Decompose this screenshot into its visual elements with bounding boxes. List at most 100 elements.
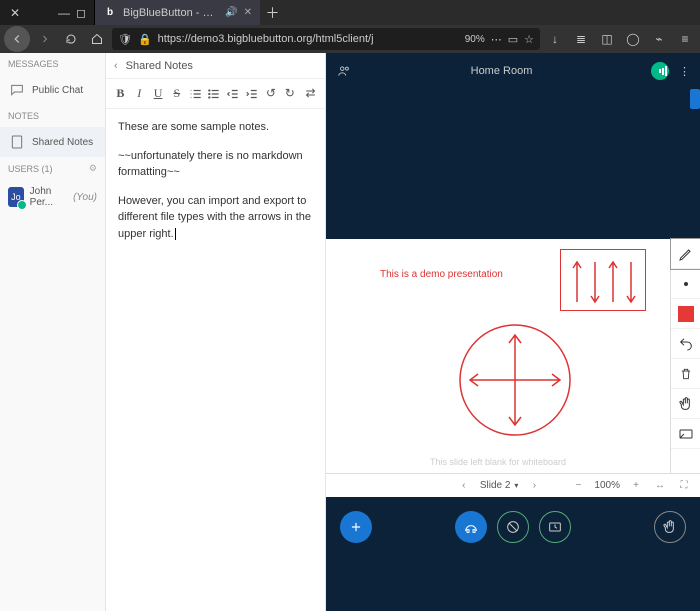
share-screen-button[interactable] [497, 511, 529, 543]
main-area: Home Room ⋮ This is a demo presentation [326, 53, 700, 611]
redo-button[interactable]: ↻ [281, 84, 298, 104]
messages-label: MESSAGES [8, 59, 59, 69]
browser-tabbar: ✕ — ◻ b BigBlueButton - Home 🔊 ✕ ＋ [0, 0, 700, 25]
menu-icon[interactable]: ≡ [674, 28, 696, 50]
fullscreen-button[interactable]: ⛶ [676, 478, 692, 494]
shared-notes-item[interactable]: Shared Notes [0, 127, 105, 157]
downloads-icon[interactable]: ↓ [544, 28, 566, 50]
thickness-tool[interactable] [671, 269, 700, 299]
url-bar[interactable]: 🛡 🔒 https://demo3.bigbluebutton.org/html… [112, 28, 540, 50]
bookmark-icon[interactable]: ☆ [524, 33, 534, 46]
browser-navbar: 🛡 🔒 https://demo3.bigbluebutton.org/html… [0, 25, 700, 53]
reader-icon[interactable]: ▭ [508, 33, 518, 46]
notes-editor[interactable]: These are some sample notes. ~~unfortuna… [106, 109, 325, 611]
library-icon[interactable]: ≣ [570, 28, 592, 50]
page-actions-icon[interactable]: ⋯ [491, 33, 502, 46]
extension-icon[interactable]: ⌁ [648, 28, 670, 50]
connection-status-icon[interactable] [651, 62, 669, 80]
slide-current-label: Slide 2 [480, 480, 511, 491]
close-icon[interactable]: ✕ [8, 6, 22, 20]
users-toggle-icon[interactable] [336, 64, 352, 78]
bold-button[interactable]: B [112, 84, 129, 104]
bbb-app: MESSAGES Public Chat NOTES Shared Notes … [0, 53, 700, 611]
italic-button[interactable]: I [131, 84, 148, 104]
zoom-in-button[interactable]: + [628, 478, 644, 494]
whiteboard-toolbar [670, 239, 700, 473]
slide-footer-text: This slide left blank for whiteboard [326, 457, 670, 467]
minimize-icon[interactable]: — [58, 6, 70, 20]
arrows-annotation [560, 249, 646, 311]
share-camera-button[interactable] [539, 511, 571, 543]
underline-button[interactable]: U [150, 84, 167, 104]
color-tool[interactable] [671, 299, 700, 329]
public-chat-item[interactable]: Public Chat [0, 75, 105, 105]
pencil-tool[interactable] [671, 239, 700, 269]
reload-button[interactable] [60, 28, 82, 50]
chat-icon [8, 81, 26, 99]
account-icon[interactable]: ◯ [622, 28, 644, 50]
palm-tool[interactable] [671, 389, 700, 419]
user-name: John Per... [30, 186, 67, 208]
notes-toolbar: B I U S ↺ ↻ ⇄ [106, 79, 325, 109]
notes-back-icon[interactable]: ‹ [114, 60, 118, 72]
home-button[interactable] [86, 28, 108, 50]
users-settings-icon[interactable]: ⚙ [89, 163, 97, 174]
slide-nav-bar: ‹ Slide 2 ▾ › − 100% + ↔ ⛶ [326, 473, 700, 497]
circle-annotation [458, 323, 572, 437]
options-menu-icon[interactable]: ⋮ [679, 65, 690, 78]
back-button[interactable] [4, 26, 30, 52]
messages-heading: MESSAGES [0, 53, 105, 75]
notes-paragraph: ~~unfortunately there is no markdown for… [118, 148, 313, 181]
slide-canvas[interactable]: This is a demo presentation [326, 239, 670, 473]
public-chat-label: Public Chat [32, 85, 83, 96]
zoom-out-button[interactable]: − [570, 478, 586, 494]
audio-icon[interactable]: 🔊 [225, 7, 237, 18]
whiteboard-scroll-handle[interactable] [690, 89, 700, 109]
notes-label: NOTES [8, 111, 39, 121]
prev-slide-button[interactable]: ‹ [456, 478, 472, 494]
user-item[interactable]: Jo John Per... (You) [0, 180, 105, 214]
indent-button[interactable] [244, 84, 261, 104]
unordered-list-button[interactable] [206, 84, 223, 104]
audio-button[interactable] [455, 511, 487, 543]
bbb-favicon-icon: b [103, 6, 117, 20]
chevron-down-icon: ▾ [514, 481, 518, 490]
tab-label: BigBlueButton - Home [123, 7, 219, 19]
presentation-wrap: This is a demo presentation [326, 89, 700, 611]
actions-plus-button[interactable] [340, 511, 372, 543]
zoom-label[interactable]: 90% [465, 34, 485, 45]
undo-button[interactable]: ↺ [263, 84, 280, 104]
sidebar-icon[interactable]: ◫ [596, 28, 618, 50]
new-tab-button[interactable]: ＋ [260, 0, 285, 25]
notes-paragraph: However, you can import and export to di… [118, 193, 313, 243]
users-label: USERS (1) [8, 164, 53, 174]
actions-bar [326, 497, 700, 557]
outdent-button[interactable] [225, 84, 242, 104]
slide-select[interactable]: Slide 2 ▾ [480, 480, 519, 491]
you-label: (You) [73, 192, 97, 203]
shared-notes-label: Shared Notes [32, 137, 93, 148]
browser-tab-active[interactable]: b BigBlueButton - Home 🔊 ✕ [95, 0, 260, 25]
notes-header: ‹ Shared Notes [106, 53, 325, 79]
browser-tab-inactive[interactable]: ✕ — ◻ [0, 0, 95, 25]
maximize-icon[interactable]: ◻ [76, 6, 86, 20]
raise-hand-button[interactable] [654, 511, 686, 543]
close-tab-icon[interactable]: ✕ [244, 7, 252, 18]
strike-button[interactable]: S [168, 84, 185, 104]
notes-paragraph: These are some sample notes. [118, 119, 313, 136]
shield-icon[interactable]: 🛡 [118, 33, 132, 46]
undo-tool[interactable] [671, 329, 700, 359]
ordered-list-button[interactable] [187, 84, 204, 104]
notes-title: Shared Notes [126, 60, 193, 72]
zoom-value: 100% [594, 480, 620, 491]
forward-button[interactable] [34, 28, 56, 50]
multiuser-tool[interactable] [671, 419, 700, 449]
url-text: https://demo3.bigbluebutton.org/html5cli… [158, 33, 459, 45]
left-sidebar: MESSAGES Public Chat NOTES Shared Notes … [0, 53, 106, 611]
fit-width-button[interactable]: ↔ [652, 478, 668, 494]
clear-tool[interactable] [671, 359, 700, 389]
import-export-button[interactable]: ⇄ [302, 84, 319, 104]
lock-icon: 🔒 [138, 33, 152, 46]
next-slide-button[interactable]: › [526, 478, 542, 494]
presentation-spacer [326, 89, 700, 239]
